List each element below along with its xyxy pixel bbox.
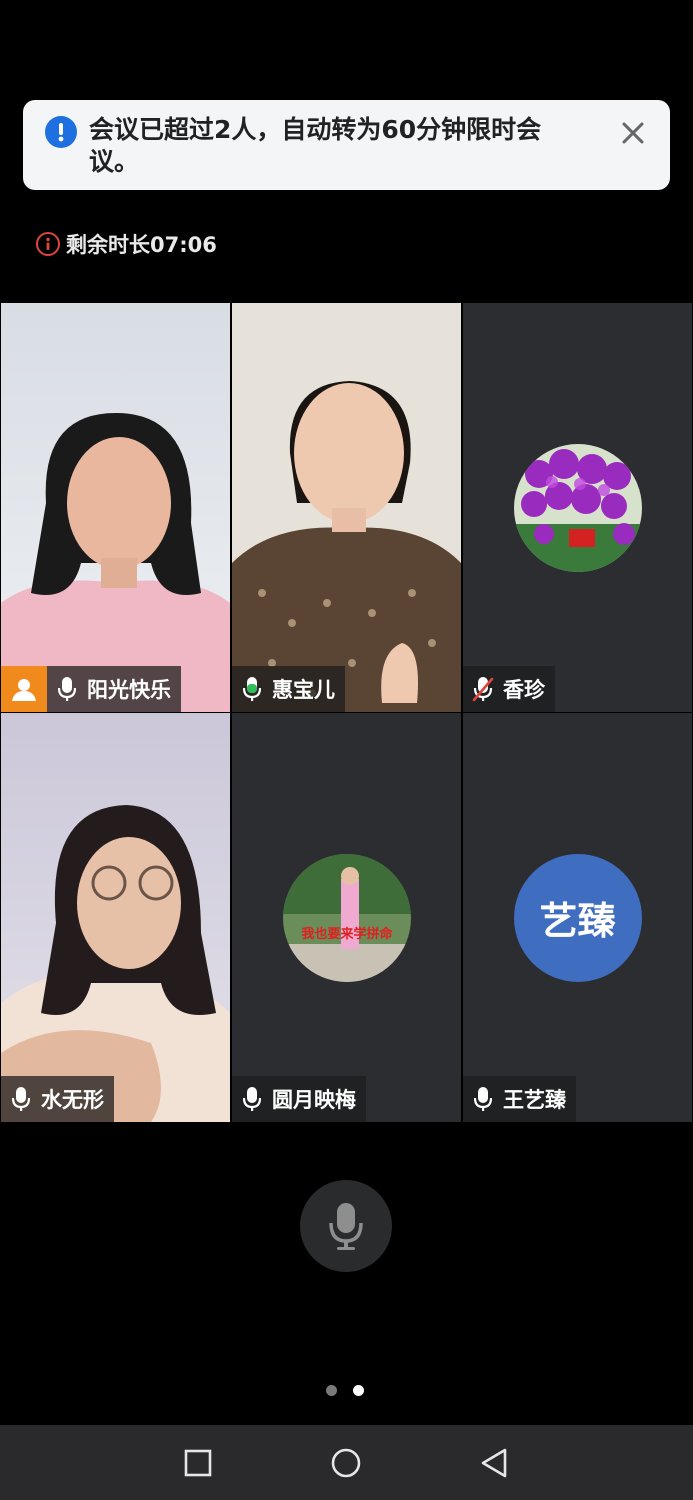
recent-apps-icon[interactable] [178,1443,218,1483]
page-dot[interactable] [326,1385,337,1396]
participant-name: 香珍 [503,678,545,702]
participant-nameplate: 阳光快乐 [1,666,181,712]
participant-avatar: 我也要来学拼命 [282,853,411,982]
participant-name: 阳光快乐 [87,678,171,702]
video-tile[interactable]: 香珍 [463,303,692,712]
participant-avatar: 艺臻 [513,853,642,982]
microphone-speaking-icon [232,666,272,712]
microphone-icon [47,666,87,712]
video-tile[interactable]: 艺臻 王艺臻 [463,713,692,1122]
participant-name: 惠宝儿 [272,678,335,702]
microphone-icon [329,1203,363,1250]
remaining-time-label: 剩余时长07:06 [66,233,217,257]
avatar-initials: 艺臻 [539,899,616,943]
remaining-time: 剩余时长07:06 [36,228,217,260]
host-icon [1,666,47,712]
participant-nameplate: 惠宝儿 [232,666,345,712]
alert-icon [45,116,77,148]
participant-video [232,303,461,712]
meeting-limit-toast: 会议已超过2人，自动转为60分钟限时会议。 [23,100,670,190]
participant-nameplate: 香珍 [463,666,555,712]
microphone-button[interactable] [300,1180,392,1272]
video-tile-active[interactable]: 惠宝儿 [232,303,461,712]
participant-name: 圆月映梅 [272,1088,356,1112]
close-icon[interactable] [618,118,648,148]
back-icon[interactable] [474,1443,514,1483]
system-navigation-bar [0,1425,693,1500]
video-tile[interactable]: 水无形 [1,713,230,1122]
participant-video [1,303,230,712]
page-indicator [326,1385,364,1396]
video-tile[interactable]: 我也要来学拼命 圆月映梅 [232,713,461,1122]
page-dot-active[interactable] [353,1385,364,1396]
microphone-icon [1,1076,41,1122]
home-icon[interactable] [326,1443,366,1483]
toast-message: 会议已超过2人，自动转为60分钟限时会议。 [89,115,542,176]
avatar-caption: 我也要来学拼命 [301,926,393,942]
participant-name: 水无形 [41,1088,104,1112]
participant-nameplate: 王艺臻 [463,1076,576,1122]
participant-video [1,713,230,1122]
participant-nameplate: 圆月映梅 [232,1076,366,1122]
info-icon [36,232,60,256]
microphone-muted-icon [463,666,503,712]
microphone-icon [232,1076,272,1122]
microphone-icon [463,1076,503,1122]
participant-avatar [513,443,642,572]
video-tile[interactable]: 阳光快乐 [1,303,230,712]
participant-name: 王艺臻 [503,1088,566,1112]
participant-nameplate: 水无形 [1,1076,114,1122]
